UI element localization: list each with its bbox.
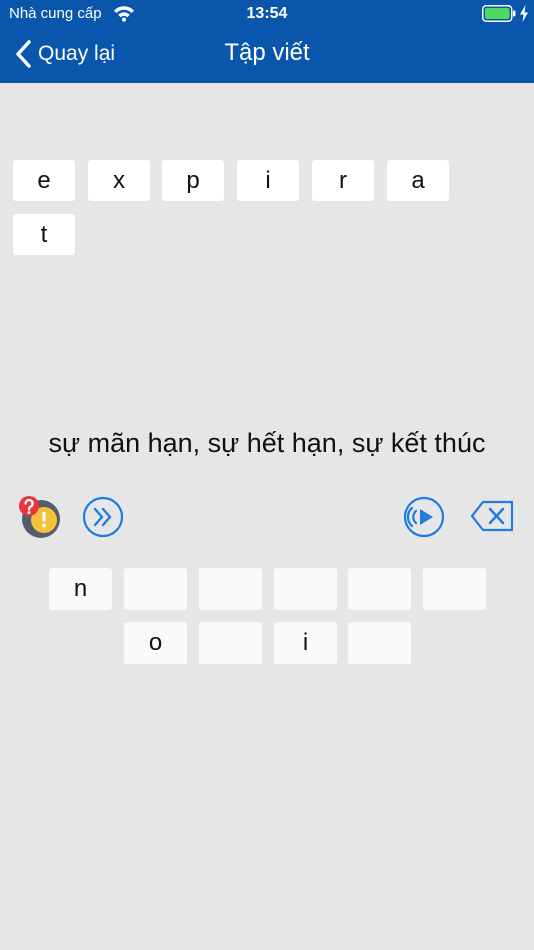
answer-slot[interactable]: n (49, 568, 112, 610)
status-time: 13:54 (246, 5, 288, 22)
letter-tile[interactable]: t (13, 214, 75, 255)
answer-slot[interactable] (124, 568, 187, 610)
answer-slot[interactable] (199, 568, 262, 610)
charging-icon (520, 5, 528, 22)
answer-slot[interactable] (348, 568, 411, 610)
letter-tile[interactable]: p (162, 160, 224, 201)
answer-slot[interactable]: i (274, 622, 337, 664)
answer-slot[interactable] (423, 568, 486, 610)
letter-tile[interactable]: x (88, 160, 150, 201)
letter-tile[interactable]: a (387, 160, 449, 201)
hint-question-icon[interactable] (17, 495, 61, 539)
navigation-bar: Nhà cung cấp 13:54 Quay lại Tập viết (0, 0, 534, 83)
letter-tile[interactable]: i (237, 160, 299, 201)
battery-icon (482, 5, 516, 22)
page-title: Tập viết (224, 39, 310, 66)
backspace-icon[interactable] (470, 500, 514, 532)
status-bar: Nhà cung cấp 13:54 (0, 0, 534, 28)
letter-tile[interactable]: r (312, 160, 374, 201)
letter-tile[interactable]: e (13, 160, 75, 201)
speaker-icon[interactable] (403, 496, 445, 538)
answer-slot[interactable] (274, 568, 337, 610)
answer-slot[interactable] (199, 622, 262, 664)
word-meaning: sự mãn hạn, sự hết hạn, sự kết thúc (48, 428, 486, 458)
skip-forward-icon[interactable] (82, 496, 124, 538)
answer-slot[interactable] (348, 622, 411, 664)
answer-slot[interactable]: o (124, 622, 187, 664)
